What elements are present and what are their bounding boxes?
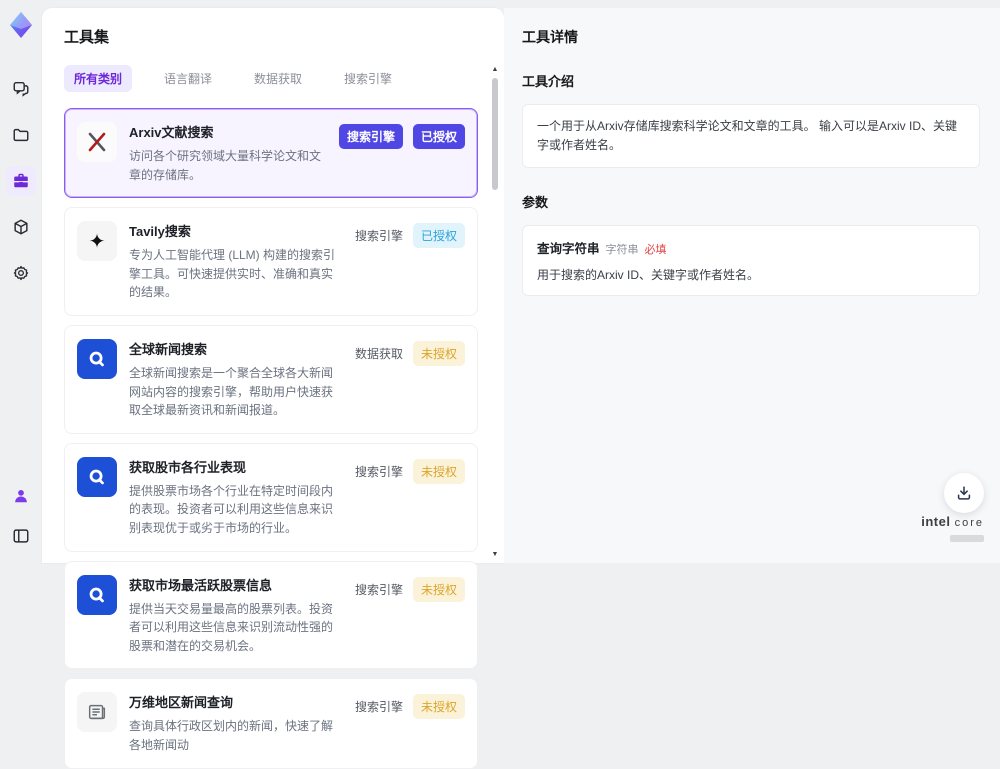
tool-description: 提供股票市场各个行业在特定时间段内的表现。投资者可以利用这些信息来识别表现优于或… xyxy=(129,482,343,538)
scroll-up-arrow[interactable]: ▲ xyxy=(491,66,499,74)
tool-title: 获取股市各行业表现 xyxy=(129,457,343,476)
settings-gear-icon[interactable] xyxy=(6,258,36,288)
tool-list-panel: 工具集 所有类别 语言翻译 数据获取 搜索引擎 Arxiv文献搜索 访问各个研究… xyxy=(42,8,504,563)
magnifier-logo-icon xyxy=(77,575,117,615)
cube-icon[interactable] xyxy=(6,212,36,242)
param-box: 查询字符串 字符串 必填 用于搜索的Arxiv ID、关键字或作者姓名。 xyxy=(522,225,980,296)
tool-card-global-news[interactable]: 全球新闻搜索 全球新闻搜索是一个聚合全球各大新闻网站内容的搜索引擎，帮助用户快速… xyxy=(64,325,478,434)
tool-card-arxiv[interactable]: Arxiv文献搜索 访问各个研究领域大量科学论文和文章的存储库。 搜索引擎 已授… xyxy=(64,108,478,198)
page-title: 工具集 xyxy=(64,26,478,47)
intro-text: 一个用于从Arxiv存储库搜索科学论文和文章的工具。 输入可以是Arxiv ID… xyxy=(537,117,965,155)
brand-core: core xyxy=(955,517,984,529)
tool-title: Tavily搜索 xyxy=(129,221,343,240)
intro-heading: 工具介绍 xyxy=(522,71,980,90)
category-label: 搜索引擎 xyxy=(355,227,403,244)
status-badge: 未授权 xyxy=(413,459,465,484)
brand-intel: intel xyxy=(921,514,950,529)
tool-detail-panel: 工具详情 工具介绍 一个用于从Arxiv存储库搜索科学论文和文章的工具。 输入可… xyxy=(504,8,1000,563)
toolbox-icon[interactable] xyxy=(6,166,36,196)
folder-icon[interactable] xyxy=(6,120,36,150)
scroll-down-arrow[interactable]: ▼ xyxy=(491,551,499,559)
newspaper-icon xyxy=(77,692,117,732)
collapse-panel-icon[interactable] xyxy=(6,521,36,551)
tool-description: 全球新闻搜索是一个聚合全球各大新闻网站内容的搜索引擎，帮助用户快速获取全球最新资… xyxy=(129,364,343,420)
list-scrollbar[interactable]: ▲ ▼ xyxy=(491,66,499,559)
tab-search-engine[interactable]: 搜索引擎 xyxy=(334,65,402,92)
category-label: 数据获取 xyxy=(355,345,403,362)
tool-card-list: Arxiv文献搜索 访问各个研究领域大量科学论文和文章的存储库。 搜索引擎 已授… xyxy=(64,108,478,769)
tavily-star-icon: ✦ xyxy=(77,221,117,261)
tool-description: 专为人工智能代理 (LLM) 构建的搜索引擎工具。可快速提供实时、准确和真实的结… xyxy=(129,246,343,302)
tool-title: 万维地区新闻查询 xyxy=(129,692,343,711)
tool-title: Arxiv文献搜索 xyxy=(129,122,327,141)
tab-all-categories[interactable]: 所有类别 xyxy=(64,65,132,92)
params-heading: 参数 xyxy=(522,192,980,211)
param-name: 查询字符串 xyxy=(537,238,600,257)
icon-rail xyxy=(0,0,42,563)
tool-description: 提供当天交易量最高的股票列表。投资者可以利用这些信息来识别流动性强的股票和潜在的… xyxy=(129,600,343,656)
intel-core-logo: intel core xyxy=(921,514,984,547)
status-badge: 未授权 xyxy=(413,341,465,366)
chat-icon[interactable] xyxy=(6,74,36,104)
tool-title: 全球新闻搜索 xyxy=(129,339,343,358)
intro-box: 一个用于从Arxiv存储库搜索科学论文和文章的工具。 输入可以是Arxiv ID… xyxy=(522,104,980,168)
param-type: 字符串 xyxy=(606,241,639,257)
download-button[interactable] xyxy=(944,473,984,513)
category-label: 搜索引擎 xyxy=(355,463,403,480)
app-logo-icon xyxy=(6,10,36,40)
param-required-flag: 必填 xyxy=(645,241,667,257)
user-avatar-icon[interactable] xyxy=(6,481,36,511)
tool-card-sector-performance[interactable]: 获取股市各行业表现 提供股票市场各个行业在特定时间段内的表现。投资者可以利用这些… xyxy=(64,443,478,552)
tool-description: 查询具体行政区划内的新闻，快速了解各地新闻动 xyxy=(129,717,343,754)
magnifier-logo-icon xyxy=(77,339,117,379)
tab-language-translation[interactable]: 语言翻译 xyxy=(154,65,222,92)
detail-panel-title: 工具详情 xyxy=(522,27,980,47)
category-tabs: 所有类别 语言翻译 数据获取 搜索引擎 xyxy=(64,65,478,92)
brand-sub-bar xyxy=(950,535,984,542)
tab-data-fetch[interactable]: 数据获取 xyxy=(244,65,312,92)
tool-card-active-stocks[interactable]: 获取市场最活跃股票信息 提供当天交易量最高的股票列表。投资者可以利用这些信息来识… xyxy=(64,561,478,670)
scrollbar-thumb[interactable] xyxy=(492,78,498,190)
magnifier-logo-icon xyxy=(77,457,117,497)
status-badge: 已授权 xyxy=(413,223,465,248)
category-label: 搜索引擎 xyxy=(355,698,403,715)
category-badge: 搜索引擎 xyxy=(339,124,403,149)
category-label: 搜索引擎 xyxy=(355,581,403,598)
tool-description: 访问各个研究领域大量科学论文和文章的存储库。 xyxy=(129,147,327,184)
tool-card-regional-news[interactable]: 万维地区新闻查询 查询具体行政区划内的新闻，快速了解各地新闻动 搜索引擎 未授权 xyxy=(64,678,478,768)
status-badge: 未授权 xyxy=(413,577,465,602)
status-badge: 已授权 xyxy=(413,124,465,149)
status-badge: 未授权 xyxy=(413,694,465,719)
tool-card-tavily[interactable]: ✦ Tavily搜索 专为人工智能代理 (LLM) 构建的搜索引擎工具。可快速提… xyxy=(64,207,478,316)
param-description: 用于搜索的Arxiv ID、关键字或作者姓名。 xyxy=(537,266,965,283)
arxiv-logo-icon xyxy=(77,122,117,162)
tool-title: 获取市场最活跃股票信息 xyxy=(129,575,343,594)
